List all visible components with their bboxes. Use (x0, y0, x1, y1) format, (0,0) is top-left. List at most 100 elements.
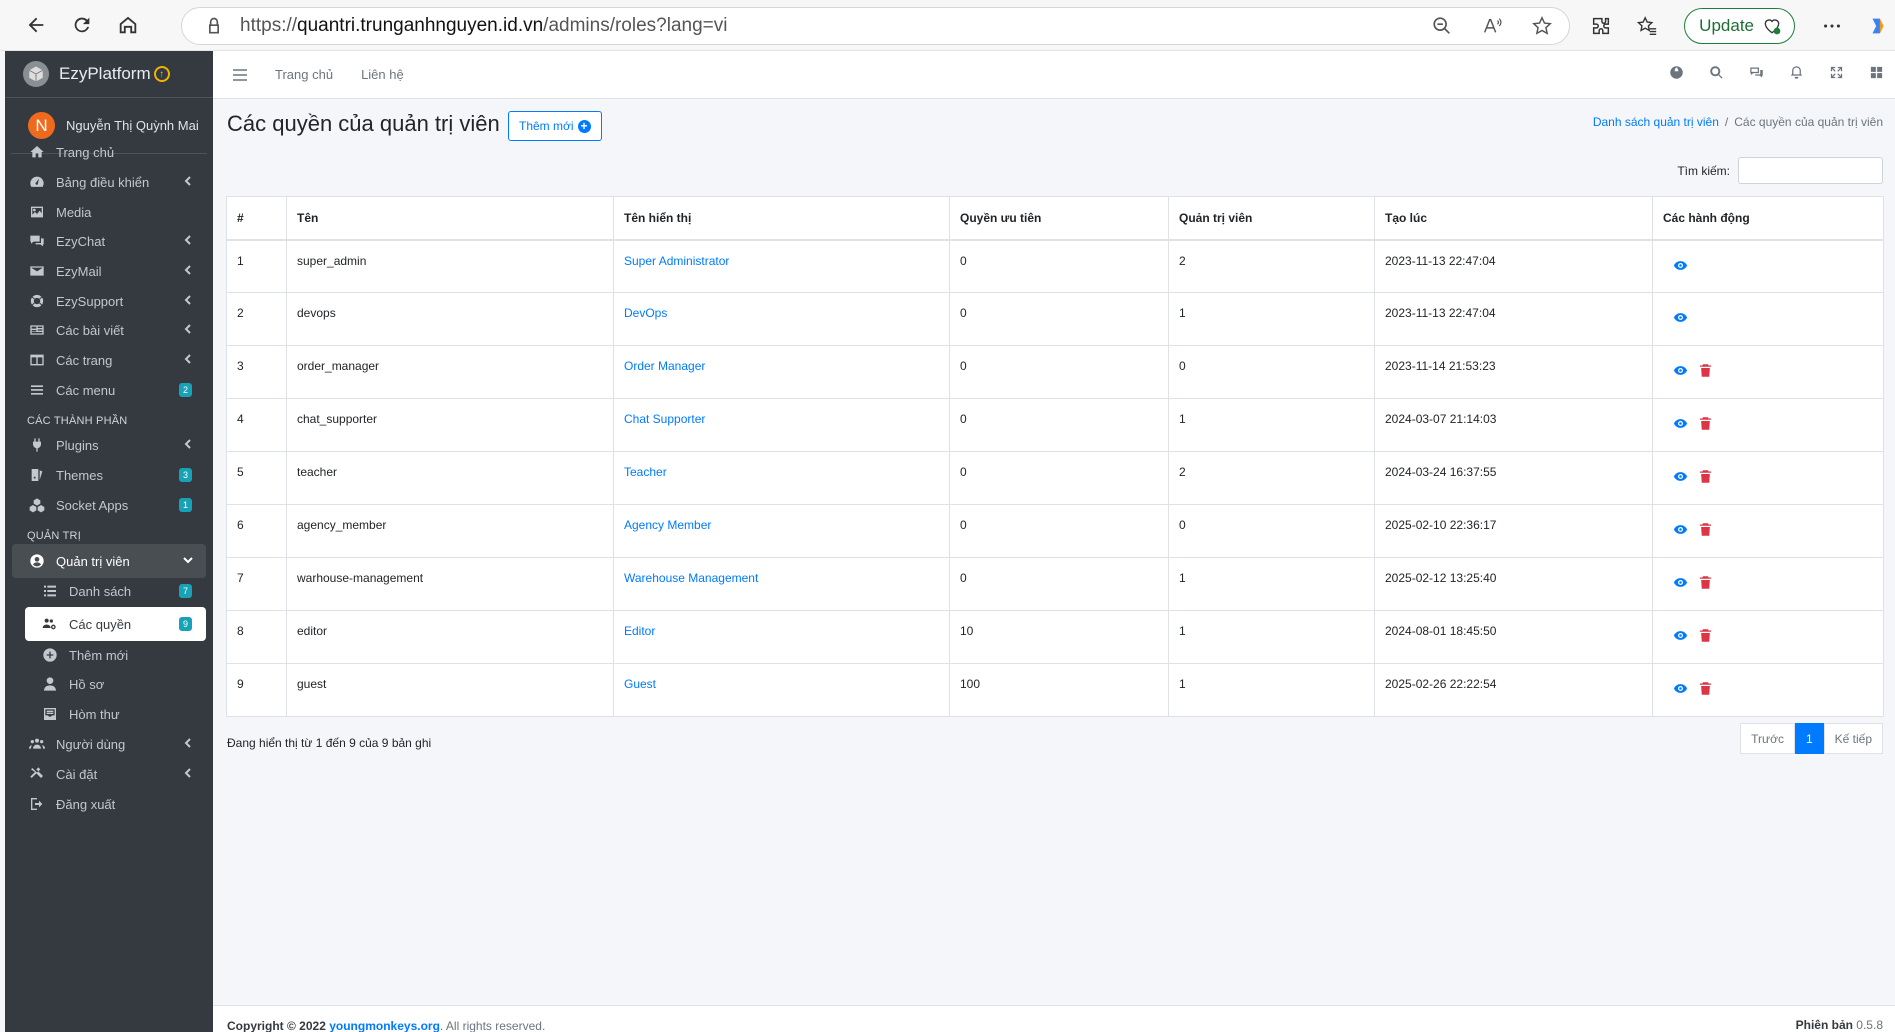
reload-icon[interactable] (62, 5, 102, 45)
sidebar-item-label: Plugins (56, 437, 99, 453)
search-icon[interactable] (1709, 65, 1724, 83)
back-icon[interactable] (16, 5, 56, 45)
view-eye-icon[interactable] (1673, 575, 1688, 593)
delete-trash-icon[interactable] (1698, 363, 1713, 381)
sidebar-item-socket-apps[interactable]: Socket Apps 1 (12, 488, 206, 522)
role-display-link[interactable]: Guest (624, 677, 656, 691)
column-header-admins[interactable]: Quản trị viên (1168, 196, 1375, 241)
page-title: Các quyền của quản trị viên (227, 111, 500, 136)
column-header-index[interactable]: # (226, 196, 287, 241)
cell-admin-count: 1 (1168, 398, 1375, 452)
messages-icon[interactable] (1749, 65, 1764, 83)
chevron-left-icon (184, 176, 191, 186)
role-display-link[interactable]: DevOps (624, 306, 667, 320)
sidebar-item-admin-list[interactable]: Danh sách 7 (25, 574, 206, 608)
role-display-link[interactable]: Order Manager (624, 359, 705, 373)
footer-site-link[interactable]: youngmonkeys.org (329, 1019, 440, 1032)
column-header-created-at[interactable]: Tạo lúc (1374, 196, 1653, 241)
sidebar-item-roles[interactable]: Các quyền 9 (25, 607, 206, 641)
view-eye-icon[interactable] (1673, 469, 1688, 487)
view-eye-icon[interactable] (1673, 310, 1688, 328)
view-eye-icon[interactable] (1673, 363, 1688, 381)
palette-icon (28, 467, 46, 483)
globe-icon[interactable] (1669, 65, 1684, 83)
cell-actions (1652, 292, 1884, 346)
sidebar-item-ezychat[interactable]: EzyChat (12, 224, 206, 258)
cell-role-name: order_manager (286, 345, 614, 399)
view-eye-icon[interactable] (1673, 628, 1688, 646)
sidebar-item-ezymail[interactable]: EzyMail (12, 254, 206, 288)
bell-icon[interactable] (1789, 65, 1804, 83)
role-display-link[interactable]: Chat Supporter (624, 412, 705, 426)
more-options-icon[interactable] (1821, 15, 1843, 37)
user-icon (41, 676, 59, 692)
sidebar-item-home[interactable]: Trang chủ (12, 135, 206, 169)
cell-priority: 0 (949, 504, 1169, 558)
pagination-prev-button[interactable]: Trước (1740, 723, 1795, 754)
cell-role-name: guest (286, 663, 614, 717)
sidebar-item-profile[interactable]: Hồ sơ (25, 667, 206, 701)
sidebar-item-posts[interactable]: Các bài viết (12, 313, 206, 347)
favorites-icon[interactable] (1636, 15, 1658, 37)
role-display-link[interactable]: Warehouse Management (624, 571, 758, 585)
view-eye-icon[interactable] (1673, 416, 1688, 434)
read-aloud-icon[interactable] (1481, 15, 1503, 40)
cell-display-name: Guest (613, 663, 950, 717)
extensions-icon[interactable] (1590, 15, 1612, 37)
column-header-display-name[interactable]: Tên hiển thị (613, 196, 950, 241)
sidebar-item-label: Trang chủ (56, 144, 115, 160)
view-eye-icon[interactable] (1673, 522, 1688, 540)
fullscreen-icon[interactable] (1829, 65, 1844, 83)
sidebar-item-administrators[interactable]: Quản trị viên (12, 544, 206, 578)
pagination-next-button[interactable]: Kế tiếp (1823, 723, 1883, 754)
sidebar-item-dashboard[interactable]: Bảng điều khiển (12, 165, 206, 199)
sidebar-item-themes[interactable]: Themes 3 (12, 458, 206, 492)
cell-display-name: Order Manager (613, 345, 950, 399)
sidebar-item-mailbox[interactable]: Hòm thư (25, 697, 206, 731)
nav-home-link[interactable]: Trang chủ (275, 67, 333, 82)
sidebar-item-plugins[interactable]: Plugins (12, 428, 206, 462)
pagination-page-button[interactable]: 1 (1794, 723, 1824, 754)
add-role-button[interactable]: Thêm mới + (508, 111, 602, 141)
cell-index: 4 (226, 398, 287, 452)
cell-created-at: 2024-03-24 16:37:55 (1374, 451, 1653, 505)
copilot-icon[interactable] (1867, 15, 1889, 37)
view-eye-icon[interactable] (1673, 681, 1688, 699)
delete-trash-icon[interactable] (1698, 416, 1713, 434)
breadcrumb-admin-list-link[interactable]: Danh sách quản trị viên (1593, 115, 1719, 129)
zoom-out-icon[interactable] (1431, 15, 1453, 40)
sidebar-item-pages[interactable]: Các trang (12, 343, 206, 377)
role-display-link[interactable]: Teacher (624, 465, 667, 479)
home-browser-icon[interactable] (108, 5, 148, 45)
cell-index: 7 (226, 557, 287, 611)
home-icon (28, 144, 46, 160)
update-button[interactable]: Update (1684, 8, 1795, 44)
delete-trash-icon[interactable] (1698, 681, 1713, 699)
users-icon (28, 736, 46, 752)
role-display-link[interactable]: Agency Member (624, 518, 711, 532)
tools-icon (28, 766, 46, 782)
column-header-name[interactable]: Tên (286, 196, 614, 241)
sidebar-item-settings[interactable]: Cài đặt (12, 757, 206, 791)
cell-priority: 0 (949, 292, 1169, 346)
sidebar-item-menus[interactable]: Các menu 2 (12, 373, 206, 407)
search-input[interactable] (1738, 157, 1883, 184)
apps-grid-icon[interactable] (1869, 65, 1884, 83)
delete-trash-icon[interactable] (1698, 575, 1713, 593)
sidebar-item-logout[interactable]: Đăng xuất (12, 787, 206, 821)
role-display-link[interactable]: Editor (624, 624, 655, 638)
sidebar-item-label: EzyMail (56, 263, 102, 279)
delete-trash-icon[interactable] (1698, 628, 1713, 646)
sidebar-item-users[interactable]: Người dùng (12, 727, 206, 761)
favorite-star-icon[interactable] (1531, 15, 1553, 40)
column-header-priority[interactable]: Quyền ưu tiên (949, 196, 1169, 241)
delete-trash-icon[interactable] (1698, 469, 1713, 487)
view-eye-icon[interactable] (1673, 258, 1688, 276)
delete-trash-icon[interactable] (1698, 522, 1713, 540)
address-bar[interactable]: https://quantri.trunganhnguyen.id.vn/adm… (181, 7, 1570, 45)
hamburger-icon[interactable] (233, 68, 247, 81)
role-display-link[interactable]: Super Administrator (624, 254, 729, 268)
nav-contact-link[interactable]: Liên hệ (361, 67, 404, 82)
chevron-left-icon (184, 738, 191, 748)
sidebar-item-label: Thêm mới (69, 647, 129, 663)
